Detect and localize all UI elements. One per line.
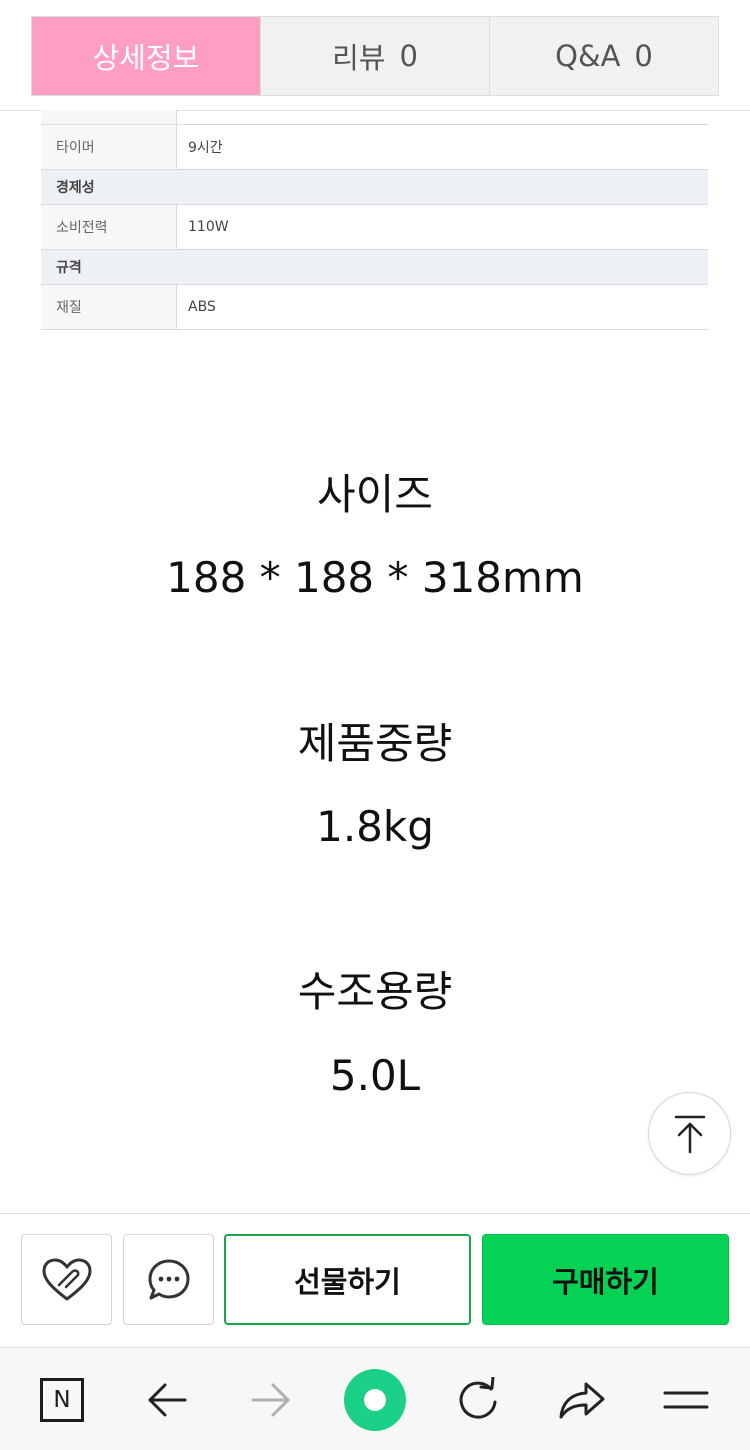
buy-button-label: 구매하기 [552,1264,659,1299]
menu-icon [663,1391,709,1408]
share-arrow-icon [559,1382,605,1418]
tab-qna-label: Q&A [555,39,621,73]
browser-nav-bar: N [0,1347,750,1450]
spec-value: ABS [188,299,216,315]
naver-n-icon: N [40,1377,84,1422]
refresh-icon [459,1376,497,1419]
tab-reviews-count: 0 [399,39,418,73]
spec-row-power: 소비전력 110W [41,205,708,250]
back-button[interactable] [127,1348,207,1450]
like-button[interactable] [21,1234,112,1325]
naver-n-label: N [53,1386,71,1413]
green-home-button[interactable] [335,1348,415,1450]
share-button[interactable] [542,1348,622,1450]
product-tabs: 상세정보 리뷰 0 Q&A 0 [31,16,719,96]
tab-reviews[interactable]: 리뷰 0 [260,17,489,95]
arrow-right-icon [251,1383,290,1416]
spec-table-partial-row [41,110,708,125]
forward-button[interactable] [231,1348,311,1450]
spec-row-timer: 타이머 9시간 [41,125,708,170]
arrow-up-to-line-icon [674,1115,705,1153]
heart-icon [42,1258,91,1300]
spec-row-material: 재질 ABS [41,285,708,330]
chat-bubble-icon [148,1259,189,1299]
buy-button[interactable]: 구매하기 [482,1234,729,1325]
app-root: 상세정보 리뷰 0 Q&A 0 타이머 9시간 경제성 소비전력 110W 규격… [0,0,750,1450]
spec-section-dimensions: 규격 [41,250,708,285]
capacity-title: 수조용량 [297,967,453,1016]
tab-reviews-label: 리뷰 [332,41,386,75]
menu-button[interactable] [646,1348,726,1450]
size-value: 188 * 188 * 318mm [166,553,584,602]
scroll-top-button[interactable] [648,1092,731,1175]
spec-section-economy: 경제성 [41,170,708,205]
tab-details-label: 상세정보 [92,41,200,75]
capacity-value: 5.0L [329,1051,421,1100]
chat-button[interactable] [123,1234,214,1325]
gift-button-label: 선물하기 [294,1264,401,1299]
spec-table: 타이머 9시간 경제성 소비전력 110W 규격 재질 ABS [41,110,708,330]
gift-button[interactable]: 선물하기 [224,1234,471,1325]
weight-value: 1.8kg [316,802,434,851]
tab-qna-count: 0 [634,39,653,73]
spec-key: 소비전력 [41,205,177,249]
weight-title: 제품중량 [297,719,453,768]
spec-value: 9시간 [188,140,223,156]
arrow-left-icon [148,1383,187,1416]
spec-key: 재질 [41,285,177,329]
naver-home-button[interactable]: N [22,1348,102,1450]
size-title: 사이즈 [317,470,433,519]
spec-value: 110W [188,219,229,235]
purchase-bar: 선물하기 구매하기 [0,1213,750,1347]
home-circle-icon [344,1368,406,1431]
tab-qna[interactable]: Q&A 0 [489,17,718,95]
spec-key: 타이머 [41,125,177,169]
refresh-button[interactable] [438,1348,518,1450]
tab-details[interactable]: 상세정보 [32,17,260,95]
